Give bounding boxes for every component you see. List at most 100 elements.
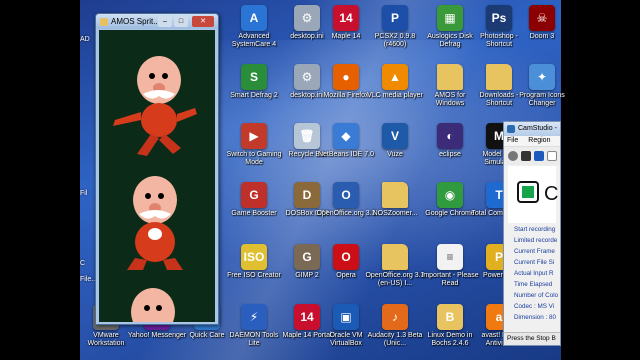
doom-icon: ☠ <box>529 5 555 31</box>
desktop-icon[interactable]: P PCSX2 0.9.8 (r4600) <box>369 5 421 49</box>
desktop-icon-label: Audacity 1.3 Beta (Unic... <box>367 332 423 347</box>
eclipse-icon: ◐ <box>437 123 463 149</box>
opera-icon: O <box>333 244 359 270</box>
desktop-icon-label: OpenOffice.org 3.3 (en-US) I... <box>365 272 425 287</box>
svg-text:C: C <box>544 183 558 205</box>
camera-logo-icon: C <box>517 181 558 205</box>
folder-icon <box>486 64 512 90</box>
clipped-label: Fil <box>80 190 88 197</box>
dosbox-icon: D <box>294 182 320 208</box>
stop-icon[interactable] <box>534 151 544 161</box>
desktop-icon[interactable]: ISO Free ISO Creator <box>227 244 281 280</box>
clipped-label: AD <box>80 36 90 43</box>
stat-line: Current File Si <box>514 259 555 266</box>
desktop-icon-label: Advanced SystemCare 4 <box>231 33 277 48</box>
icon-changer-icon: ✦ <box>529 64 555 90</box>
chrome-icon: ◉ <box>437 182 463 208</box>
stat-line: Start recording <box>514 226 556 233</box>
status-bar: Press the Stop B <box>504 332 560 345</box>
pcsx2-icon: P <box>382 5 408 31</box>
desktop-icon[interactable]: OpenOffice.org 3.3 (en-US) I... <box>365 244 425 288</box>
desktop-icon[interactable]: G Game Booster <box>228 182 280 218</box>
audacity-icon: ♪ <box>382 304 408 330</box>
desktop-icon-label: Smart Defrag 2 <box>230 92 278 99</box>
desktop-icon[interactable]: ⚡ DAEMON Tools Lite <box>228 304 280 348</box>
folder-icon <box>437 64 463 90</box>
gaming-mode-icon: ▶ <box>241 123 267 149</box>
vuze-icon: V <box>382 123 408 149</box>
firefox-icon: ● <box>333 64 359 90</box>
desktop-icon-label: NOSZoomer... <box>372 210 418 217</box>
desktop-icon[interactable]: ▶ Switch to Gaming Mode <box>227 123 281 167</box>
stat-line: Actual Input R <box>514 270 554 277</box>
close-button[interactable]: ✕ <box>192 16 214 27</box>
options-icon[interactable] <box>547 151 557 161</box>
desktop-icon-label: Vuze <box>387 151 403 158</box>
desktop-icon[interactable]: A Advanced SystemCare 4 <box>228 5 280 49</box>
text-file-icon: ≡ <box>437 244 463 270</box>
sprite-canvas <box>99 30 215 322</box>
sprite-running <box>113 56 197 156</box>
folder-icon <box>382 182 408 208</box>
asc-icon: A <box>241 5 267 31</box>
stat-line: Number of Colo <box>514 292 559 299</box>
desktop-icon-label: Doom 3 <box>529 33 555 40</box>
daemon-tools-icon: ⚡ <box>241 304 267 330</box>
menu-region[interactable]: Region <box>528 137 550 145</box>
iso-creator-icon: ISO <box>241 244 267 270</box>
amos-sprite-window[interactable]: AMOS Sprit... – □ ✕ <box>95 13 219 325</box>
recording-stats: Start recording Limited recorde Current … <box>504 224 560 323</box>
window-title: AMOS Sprit... <box>111 17 160 26</box>
desktop-icon[interactable]: ✦ Program Icons Changer <box>516 64 568 108</box>
camstudio-preview: C <box>508 166 558 223</box>
stat-line: Time Elapsed <box>514 281 553 288</box>
camstudio-title-bar[interactable]: CamStudio - <box>504 122 560 136</box>
sprite-partial <box>131 288 175 322</box>
pause-icon[interactable] <box>521 151 531 161</box>
bochs-icon: B <box>437 304 463 330</box>
openoffice-icon: O <box>333 182 359 208</box>
desktop-icon-label: Game Booster <box>231 210 277 217</box>
folder-icon <box>382 244 408 270</box>
vlc-icon: ▲ <box>382 64 408 90</box>
desktop-icon[interactable]: ≡ Important - Please Read <box>421 244 479 288</box>
game-booster-icon: G <box>241 182 267 208</box>
defrag-icon: ▦ <box>437 5 463 31</box>
desktop-icon[interactable]: ▲ VLC media player <box>367 64 423 100</box>
camstudio-toolbar <box>504 147 560 165</box>
desktop-icon-label: DAEMON Tools Lite <box>229 332 279 347</box>
smart-defrag-icon: S <box>241 64 267 90</box>
camstudio-menu: File Region <box>504 136 560 147</box>
desktop-icon[interactable]: ☠ Doom 3 <box>516 5 568 41</box>
stat-line: Dimension : 80 <box>514 314 556 321</box>
photoshop-icon: Ps <box>486 5 512 31</box>
maximize-button[interactable]: □ <box>174 16 188 27</box>
clipped-label: C <box>80 260 86 267</box>
desktop-icon-label: Program Icons Changer <box>519 92 565 107</box>
record-icon[interactable] <box>508 151 518 161</box>
app-icon <box>100 17 108 26</box>
menu-file[interactable]: File <box>507 137 518 145</box>
camstudio-window[interactable]: CamStudio - File Region C Start recordin… <box>503 121 561 346</box>
gimp-icon: G <box>294 244 320 270</box>
stat-line: Codec : MS Vi <box>514 303 555 310</box>
sprite-standing <box>127 176 183 270</box>
desktop-icon-label: Free ISO Creator <box>227 272 281 279</box>
netbeans-icon: ◆ <box>333 123 359 149</box>
virtualbox-icon: ▣ <box>333 304 359 330</box>
maple-portal-icon: 14 <box>294 304 320 330</box>
minimize-button[interactable]: – <box>158 16 172 27</box>
desktop-icon-label: Switch to Gaming Mode <box>226 151 282 166</box>
gear-file-icon: ⚙ <box>294 64 320 90</box>
desktop-icon[interactable]: S Smart Defrag 2 <box>228 64 280 100</box>
desktop-icon-label: PCSX2 0.9.8 (r4600) <box>374 33 416 48</box>
desktop-icon[interactable]: V Vuze <box>369 123 421 159</box>
stat-line: Limited recorde <box>514 237 558 244</box>
gear-file-icon: ⚙ <box>294 5 320 31</box>
stat-line: Current Frame <box>514 248 555 255</box>
desktop-icon[interactable]: ♪ Audacity 1.3 Beta (Unic... <box>368 304 422 348</box>
desktop-icon-label: VLC media player <box>367 92 423 99</box>
desktop-icon[interactable]: NOSZoomer... <box>369 182 421 218</box>
recycle-bin-icon: 🗑 <box>294 123 320 149</box>
maple-icon: 14 <box>333 5 359 31</box>
